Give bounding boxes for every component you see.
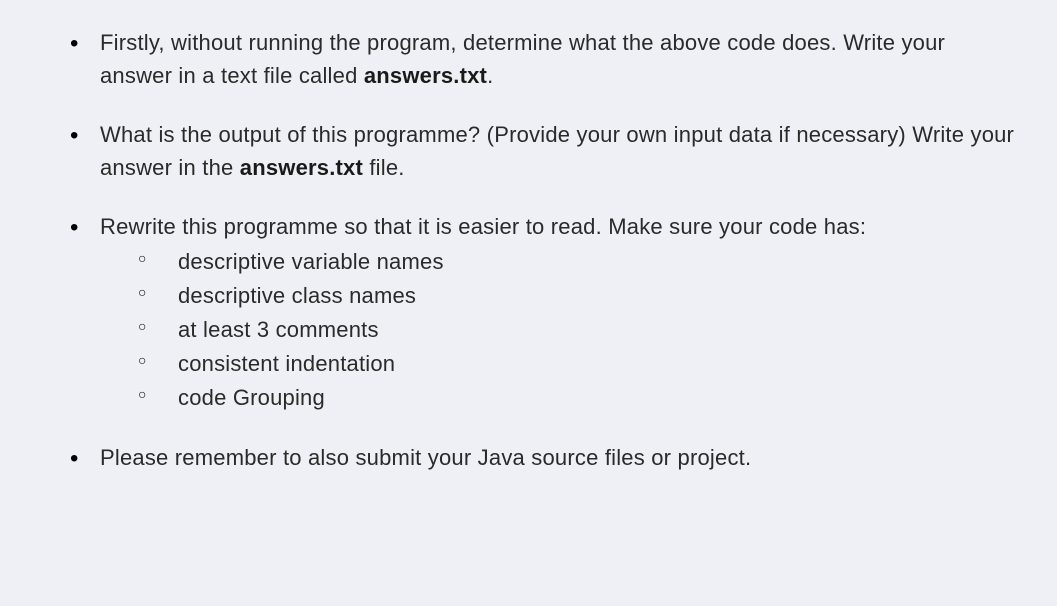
instructions-list: Firstly, without running the program, de… bbox=[70, 26, 1022, 474]
instruction-item: Rewrite this programme so that it is eas… bbox=[70, 210, 1022, 415]
instruction-text: Firstly, without running the program, de… bbox=[100, 30, 945, 88]
instruction-text: Rewrite this programme so that it is eas… bbox=[100, 214, 866, 239]
instruction-text: Please remember to also submit your Java… bbox=[100, 445, 751, 470]
sub-list: descriptive variable namesdescriptive cl… bbox=[138, 245, 1022, 415]
sub-item: at least 3 comments bbox=[138, 313, 1022, 347]
instruction-item: What is the output of this programme? (P… bbox=[70, 118, 1022, 184]
sub-item: descriptive class names bbox=[138, 279, 1022, 313]
sub-item: code Grouping bbox=[138, 381, 1022, 415]
instruction-item: Firstly, without running the program, de… bbox=[70, 26, 1022, 92]
sub-item: consistent indentation bbox=[138, 347, 1022, 381]
instruction-item: Please remember to also submit your Java… bbox=[70, 441, 1022, 474]
sub-item: descriptive variable names bbox=[138, 245, 1022, 279]
instruction-text: What is the output of this programme? (P… bbox=[100, 122, 1014, 180]
